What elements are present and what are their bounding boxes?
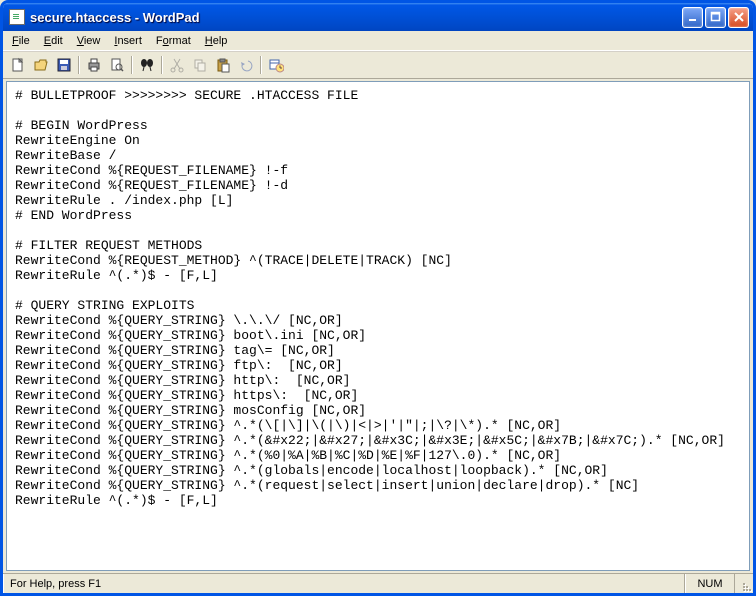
copy-button[interactable]	[189, 54, 211, 76]
text-area[interactable]: # BULLETPROOF >>>>>>>> SECURE .HTACCESS …	[6, 81, 750, 571]
find-button[interactable]	[136, 54, 158, 76]
separator	[258, 54, 264, 76]
status-num: NUM	[685, 574, 735, 593]
minimize-button[interactable]	[682, 7, 703, 28]
menu-view[interactable]: View	[70, 33, 108, 49]
maximize-button[interactable]	[705, 7, 726, 28]
statusbar: For Help, press F1 NUM	[3, 573, 753, 593]
cut-button[interactable]	[166, 54, 188, 76]
menubar: File Edit View Insert Format Help	[3, 31, 753, 51]
close-button[interactable]	[728, 7, 749, 28]
menu-format[interactable]: Format	[149, 33, 198, 49]
print-preview-button[interactable]	[106, 54, 128, 76]
menu-file[interactable]: File	[5, 33, 37, 49]
window-title: secure.htaccess - WordPad	[30, 10, 682, 25]
titlebar[interactable]: secure.htaccess - WordPad	[3, 3, 753, 31]
datetime-button[interactable]	[265, 54, 287, 76]
undo-button[interactable]	[235, 54, 257, 76]
menu-help[interactable]: Help	[198, 33, 235, 49]
menu-edit[interactable]: Edit	[37, 33, 70, 49]
open-button[interactable]	[30, 54, 52, 76]
paste-button[interactable]	[212, 54, 234, 76]
app-icon	[9, 9, 25, 25]
separator	[76, 54, 82, 76]
resize-grip-icon[interactable]	[735, 574, 753, 593]
toolbar	[3, 51, 753, 79]
menu-insert[interactable]: Insert	[107, 33, 149, 49]
status-help: For Help, press F1	[3, 574, 685, 593]
save-button[interactable]	[53, 54, 75, 76]
print-button[interactable]	[83, 54, 105, 76]
new-button[interactable]	[7, 54, 29, 76]
separator	[159, 54, 165, 76]
separator	[129, 54, 135, 76]
